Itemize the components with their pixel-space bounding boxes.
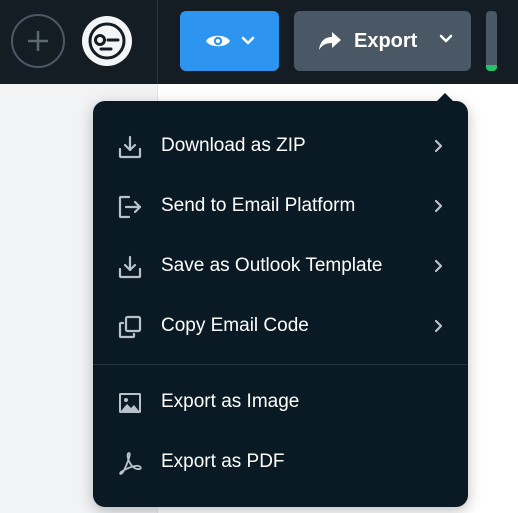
menu-item-send-email-platform[interactable]: Send to Email Platform [93,178,468,234]
add-button[interactable] [11,14,65,68]
eye-icon [205,35,230,47]
menu-item-label: Copy Email Code [161,315,309,336]
toolbar-divider [157,0,158,84]
menu-item-save-outlook-template[interactable]: Save as Outlook Template [93,238,468,294]
image-icon [117,390,143,416]
menu-item-download-zip[interactable]: Download as ZIP [93,118,468,174]
chevron-down-icon [439,34,453,43]
export-menu: Download as ZIP Send to Email Platform S… [93,101,468,507]
status-indicator [486,11,497,71]
menu-item-copy-email-code[interactable]: Copy Email Code [93,298,468,354]
download-icon [117,254,143,280]
menu-item-label: Download as ZIP [161,135,306,156]
share-arrow-icon [319,32,341,50]
menu-item-export-pdf[interactable]: Export as PDF [93,434,468,490]
menu-item-label: Export as PDF [161,451,285,472]
export-button[interactable]: Export [294,11,471,71]
chevron-right-icon [434,139,444,158]
copy-icon [117,314,143,340]
pdf-icon [117,450,143,476]
avatar-button[interactable] [82,16,132,66]
chevron-down-icon [241,36,254,45]
menu-separator [93,364,468,365]
preview-button[interactable] [180,11,279,71]
plus-icon [28,31,48,51]
chevron-right-icon [434,319,444,338]
download-icon [117,134,143,160]
menu-item-label: Send to Email Platform [161,195,356,216]
export-label: Export [354,29,418,52]
avatar-face-icon [88,22,126,60]
status-dot [486,65,497,71]
menu-item-label: Save as Outlook Template [161,255,383,276]
sign-out-icon [117,194,143,220]
chevron-right-icon [434,199,444,218]
menu-item-label: Export as Image [161,391,300,412]
chevron-right-icon [434,259,444,278]
menu-item-export-image[interactable]: Export as Image [93,374,468,430]
top-toolbar: Export [0,0,518,84]
